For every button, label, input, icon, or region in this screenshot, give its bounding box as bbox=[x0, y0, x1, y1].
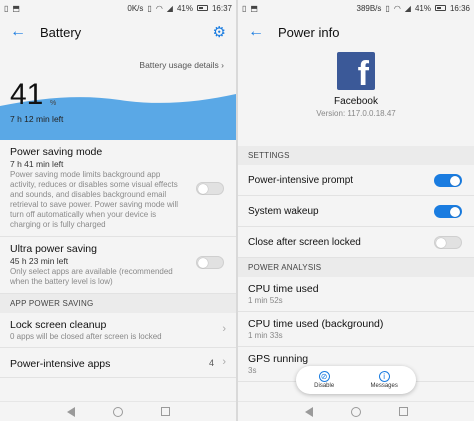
setting-row-close-after-screen-locked[interactable]: Close after screen locked bbox=[238, 227, 474, 258]
power-intensive-apps-count: 4 bbox=[208, 358, 214, 368]
nav-recents-icon[interactable] bbox=[160, 407, 170, 416]
setting-label: Power-intensive prompt bbox=[248, 174, 354, 186]
network-speed: 0K/s bbox=[127, 3, 144, 13]
status-bar: ▯ ⬒ 0K/s ▯ ◠ ◢ 41% 16:37 bbox=[0, 0, 236, 16]
page-title: Power info bbox=[278, 24, 340, 40]
app-name: Facebook bbox=[334, 96, 378, 107]
battery-percent: 41% bbox=[414, 3, 431, 13]
analysis-label: GPS running bbox=[248, 353, 309, 365]
battery-icon bbox=[196, 5, 208, 11]
settings-header: SETTINGS bbox=[238, 146, 474, 165]
system-wakeup-toggle[interactable] bbox=[434, 205, 462, 218]
setting-label: System wakeup bbox=[248, 205, 319, 217]
disable-label: Disable bbox=[314, 383, 335, 389]
power-intensive-prompt-toggle[interactable] bbox=[434, 174, 462, 187]
status-bar: ▯ ⬒ 389B/s ▯ ◠ ◢ 41% 16:36 bbox=[238, 0, 474, 16]
vibrate-icon: ▯ bbox=[385, 3, 390, 13]
system-nav-bar bbox=[0, 401, 236, 421]
disable-button[interactable]: ⊘ Disable bbox=[314, 371, 334, 389]
facebook-logo-icon: f bbox=[337, 52, 375, 90]
lock-screen-cleanup-row[interactable]: Lock screen cleanup 0 apps will be close… bbox=[0, 313, 236, 348]
app-power-saving-header: APP POWER SAVING bbox=[0, 294, 236, 313]
notification-icon: ⬒ bbox=[250, 3, 258, 13]
analysis-row-cpu-time: CPU time used 1 min 52s bbox=[238, 277, 474, 312]
nav-recents-icon[interactable] bbox=[398, 407, 408, 416]
nav-home-icon[interactable] bbox=[350, 406, 361, 417]
screenshot-pair: ▯ ⬒ 0K/s ▯ ◠ ◢ 41% 16:37 ← Battery ⚙ Bat… bbox=[0, 0, 474, 421]
back-arrow-icon[interactable]: ← bbox=[10, 24, 26, 40]
analysis-label: CPU time used (background) bbox=[248, 318, 384, 330]
page-title: Battery bbox=[40, 24, 82, 40]
nav-home-icon[interactable] bbox=[112, 406, 123, 417]
lock-screen-cleanup-title: Lock screen cleanup bbox=[10, 319, 107, 331]
app-bar: ← Battery ⚙ bbox=[0, 16, 236, 48]
power-saving-time: 7 h 41 min left bbox=[10, 159, 64, 169]
lock-screen-cleanup-subtitle: 0 apps will be closed after screen is lo… bbox=[10, 332, 162, 341]
battery-usage-details-link[interactable]: Battery usage details › bbox=[139, 60, 224, 70]
battery-level-panel: Battery usage details › 41 % 7 h 12 min … bbox=[0, 48, 236, 140]
signal-icon: ◢ bbox=[404, 3, 411, 13]
power-intensive-apps-row[interactable]: Power-intensive apps 4 › bbox=[0, 348, 236, 378]
ultra-power-saving-title: Ultra power saving bbox=[10, 243, 97, 255]
network-speed: 389B/s bbox=[356, 3, 382, 13]
clock: 16:36 bbox=[449, 3, 470, 13]
nav-back-icon[interactable] bbox=[304, 406, 313, 417]
power-intensive-apps-title: Power-intensive apps bbox=[10, 358, 111, 370]
power-saving-title: Power saving mode bbox=[10, 146, 103, 158]
ultra-power-saving-section[interactable]: Ultra power saving 45 h 23 min left Only… bbox=[0, 237, 236, 294]
setting-row-power-intensive-prompt[interactable]: Power-intensive prompt bbox=[238, 165, 474, 196]
power-analysis-header: POWER ANALYSIS bbox=[238, 258, 474, 277]
power-saving-mode-section[interactable]: Power saving mode 7 h 41 min left Power … bbox=[0, 140, 236, 237]
ultra-power-saving-time: 45 h 23 min left bbox=[10, 256, 69, 266]
system-nav-bar bbox=[238, 401, 474, 421]
close-after-screen-locked-toggle[interactable] bbox=[434, 236, 462, 249]
setting-row-system-wakeup[interactable]: System wakeup bbox=[238, 196, 474, 227]
sim-icon: ▯ bbox=[242, 3, 247, 13]
nav-back-icon[interactable] bbox=[66, 406, 75, 417]
analysis-label: CPU time used bbox=[248, 283, 319, 295]
vibrate-icon: ▯ bbox=[147, 3, 152, 13]
power-info-screen: ▯ ⬒ 389B/s ▯ ◠ ◢ 41% 16:36 ← Power info … bbox=[238, 0, 474, 421]
power-saving-toggle[interactable] bbox=[196, 182, 224, 195]
analysis-row-cpu-background: CPU time used (background) 1 min 33s bbox=[238, 312, 474, 347]
battery-screen: ▯ ⬒ 0K/s ▯ ◠ ◢ 41% 16:37 ← Battery ⚙ Bat… bbox=[0, 0, 236, 421]
notification-icon: ⬒ bbox=[12, 3, 20, 13]
messages-label: Messages bbox=[370, 383, 398, 389]
battery-percent: 41% bbox=[176, 3, 193, 13]
gear-icon[interactable]: ⚙ bbox=[213, 23, 226, 41]
battery-icon bbox=[434, 5, 446, 11]
battery-time-left: 7 h 12 min left bbox=[10, 114, 64, 124]
analysis-value: 1 min 33s bbox=[248, 331, 283, 340]
setting-label: Close after screen locked bbox=[248, 236, 361, 248]
sim-icon: ▯ bbox=[4, 3, 9, 13]
app-version: Version: 117.0.0.18.47 bbox=[316, 109, 396, 118]
ultra-power-saving-description: Only select apps are available (recommen… bbox=[10, 267, 173, 286]
battery-level-number: 41 bbox=[10, 78, 44, 111]
disable-icon: ⊘ bbox=[318, 371, 330, 382]
power-saving-description: Power saving mode limits background app … bbox=[10, 170, 179, 229]
app-bar: ← Power info bbox=[238, 16, 474, 48]
back-arrow-icon[interactable]: ← bbox=[248, 24, 264, 40]
messages-button[interactable]: i Messages bbox=[370, 371, 398, 389]
chevron-right-icon: › bbox=[222, 356, 226, 368]
chevron-right-icon: › bbox=[222, 323, 226, 335]
wifi-icon: ◠ bbox=[393, 3, 401, 13]
clock: 16:37 bbox=[211, 3, 232, 13]
signal-icon: ◢ bbox=[166, 3, 173, 13]
floating-action-bar: ⊘ Disable i Messages bbox=[296, 366, 416, 394]
app-header: f Facebook Version: 117.0.0.18.47 bbox=[238, 48, 474, 146]
info-icon: i bbox=[378, 371, 390, 382]
percent-sign: % bbox=[50, 100, 57, 107]
wifi-icon: ◠ bbox=[155, 3, 163, 13]
ultra-power-saving-toggle[interactable] bbox=[196, 256, 224, 269]
analysis-value: 1 min 52s bbox=[248, 296, 283, 305]
